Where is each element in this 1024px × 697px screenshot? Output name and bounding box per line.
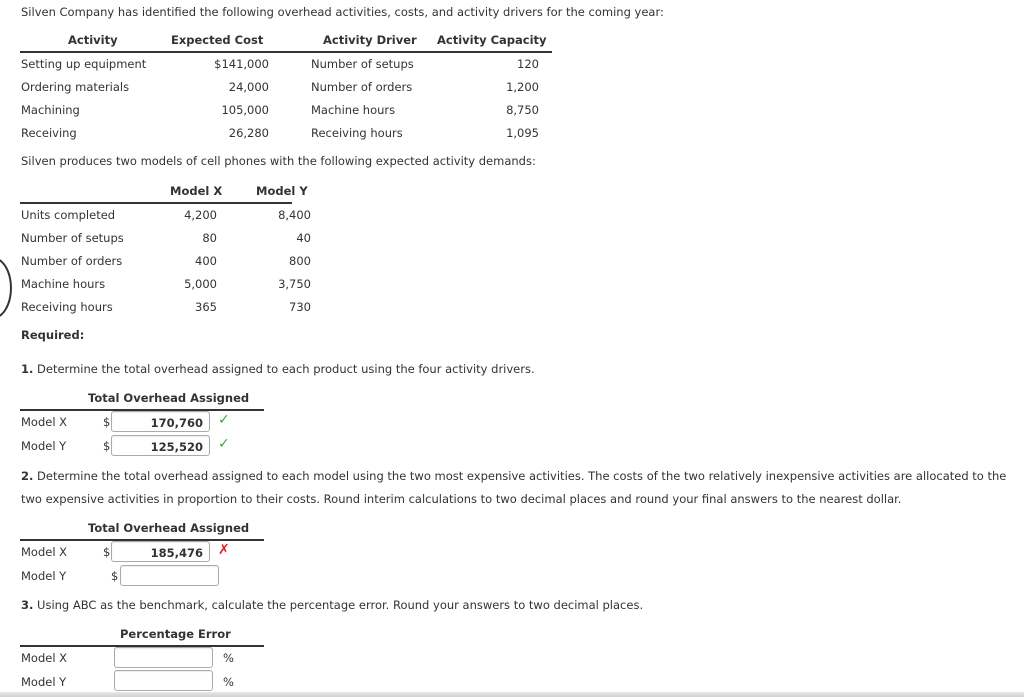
q2-text-line1: Determine the total overhead assigned to… [33,469,1007,483]
activity-capacity: 120 [517,57,539,71]
row-label: Units completed [21,208,116,222]
row-label: Model Y [21,675,67,689]
activity-capacity: 8,750 [506,103,539,117]
demands-intro-text: Silven produces two models of cell phone… [21,154,536,168]
row-label: Number of setups [21,231,124,245]
q3-model-x-input[interactable] [114,647,213,668]
model-x-value: 400 [195,254,217,268]
activity-driver: Number of setups [311,57,414,71]
col-header-expected-cost: Expected Cost [171,33,264,47]
correct-check-icon: ✓ [218,412,230,428]
q3-number: 3. [21,598,34,612]
bottom-edge-bar [0,692,1024,697]
col-header-model-y: Model Y [256,184,308,198]
row-label: Number of orders [21,254,123,268]
q3-model-y-input[interactable] [114,670,213,691]
activity-capacity: 1,095 [506,126,539,140]
q2-col-header: Total Overhead Assigned [88,521,250,535]
q1-model-x-input[interactable] [111,411,210,432]
col-header-activity: Activity [68,33,118,47]
activity-name: Receiving [21,126,77,140]
circle-marker-icon [0,257,12,319]
row-label: Machine hours [21,277,106,291]
q1-model-y-input[interactable] [111,435,210,456]
q2-prompt-line1: 2. Determine the total overhead assigned… [21,469,1006,483]
col-header-model-x: Model X [170,184,223,198]
row-label: Model Y [21,569,67,583]
col-header-activity-capacity: Activity Capacity [437,33,547,47]
header-rule [20,51,552,53]
q2-number: 2. [21,469,34,483]
row-label: Model X [21,415,68,429]
activity-driver: Receiving hours [311,126,403,140]
q3-prompt: 3. Using ABC as the benchmark, calculate… [21,598,643,612]
currency-symbol: $ [103,545,111,559]
q2-model-x-input[interactable] [111,541,210,562]
incorrect-x-icon: ✗ [218,542,230,558]
currency-symbol: $ [103,415,111,429]
activity-driver: Machine hours [311,103,396,117]
expected-cost: 24,000 [228,80,269,94]
percent-unit: % [223,651,234,665]
model-x-value: 5,000 [184,277,217,291]
expected-cost: 26,280 [228,126,269,140]
header-rule [20,202,292,204]
q1-prompt: 1. Determine the total overhead assigned… [21,362,535,376]
row-label: Model X [21,651,68,665]
model-x-value: 80 [202,231,217,245]
model-y-value: 800 [289,254,311,268]
model-x-value: 4,200 [184,208,217,222]
activity-driver: Number of orders [311,80,413,94]
percent-unit: % [223,675,234,689]
col-header-activity-driver: Activity Driver [323,33,417,47]
correct-check-icon: ✓ [218,436,230,452]
activity-name: Machining [21,103,80,117]
intro-text: Silven Company has identified the follow… [21,5,664,19]
q3-col-header: Percentage Error [120,627,231,641]
activity-name: Setting up equipment [21,57,147,71]
model-y-value: 8,400 [278,208,311,222]
row-label: Model X [21,545,68,559]
model-y-value: 3,750 [278,277,311,291]
activity-name: Ordering materials [21,80,130,94]
q2-prompt-line2: two expensive activities in proportion t… [21,492,902,506]
row-label: Model Y [21,439,67,453]
required-label: Required: [21,328,85,342]
expected-cost: $141,000 [214,57,269,71]
q1-text: Determine the total overhead assigned to… [33,362,535,376]
model-y-value: 730 [289,300,311,314]
model-y-value: 40 [296,231,311,245]
activity-capacity: 1,200 [506,80,539,94]
currency-symbol: $ [103,439,111,453]
currency-symbol: $ [111,569,119,583]
q3-text: Using ABC as the benchmark, calculate th… [33,598,644,612]
model-x-value: 365 [195,300,217,314]
q1-col-header: Total Overhead Assigned [88,391,250,405]
q2-model-y-input[interactable] [120,565,219,586]
q1-number: 1. [21,362,34,376]
row-label: Receiving hours [21,300,113,314]
expected-cost: 105,000 [221,103,269,117]
